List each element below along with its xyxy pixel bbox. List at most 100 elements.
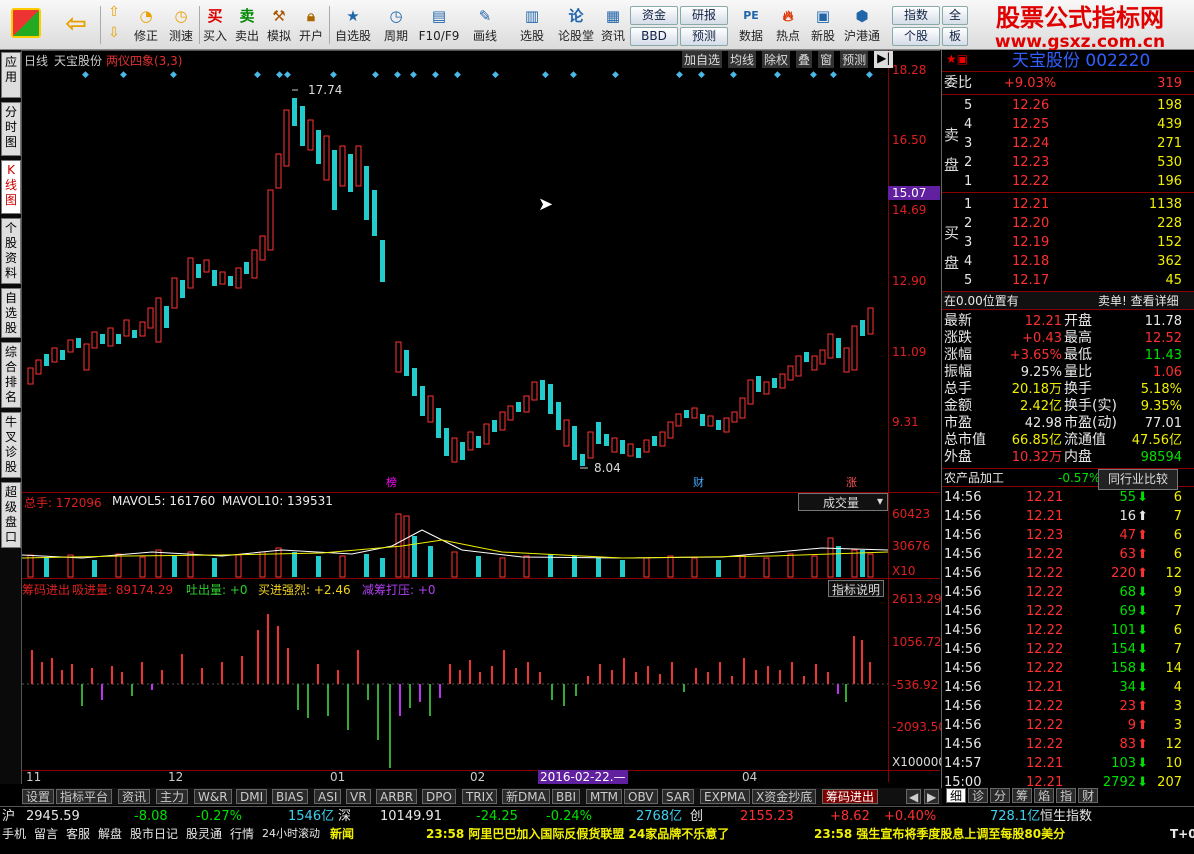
industry-compare-button[interactable]: 同行业比较	[1098, 469, 1178, 490]
footer-analysis[interactable]: 解盘	[98, 826, 122, 842]
tab-minute[interactable]: 分	[990, 788, 1011, 803]
tab-indicator-platform[interactable]: 指标平台	[56, 789, 113, 804]
tab-arbr[interactable]: ARBR	[376, 789, 418, 804]
svg-text:◆: ◆	[82, 70, 89, 80]
svg-text:◆: ◆	[284, 70, 291, 80]
svg-text:◆: ◆	[830, 70, 837, 80]
tab-apps[interactable]: 应用	[1, 52, 21, 98]
tab-chips[interactable]: 筹码进出	[822, 789, 879, 804]
scroll-left-icon[interactable]: ◀	[906, 789, 922, 804]
vol-mav10: MAVOL10: 139531	[222, 494, 333, 508]
ind-spit: 吐出量: +0	[186, 583, 248, 597]
right-panel: ★▣ 天宝股份 002220 委比 +9.03% 319 卖盘 5 12.26 198 4…	[941, 50, 1194, 790]
indicator-tabs: 设置 指标平台 资讯 主力 W&R DMI BIAS ASI VR ARBR D…	[22, 788, 942, 805]
draw-line-button[interactable]: ✎ 画线	[464, 2, 506, 48]
tab-super-board[interactable]: 超级盘口	[1, 482, 21, 548]
footer-phone[interactable]: 手机	[2, 826, 26, 842]
speed-test-button[interactable]: ◷ 测速	[164, 2, 198, 48]
svg-text:◆: ◆	[394, 70, 401, 80]
ind-absorb: 吸进量: 89174.29	[72, 583, 174, 597]
tab-bottom-fishing[interactable]: X资金抄底	[752, 789, 817, 804]
f10-button[interactable]: ▤ F10/F9	[418, 2, 460, 48]
sell-button[interactable]: 卖卖出	[232, 2, 262, 48]
tab-diagnosis[interactable]: 牛叉诊股	[1, 412, 21, 478]
tab-diag[interactable]: 诊	[968, 788, 989, 803]
tab-mtm[interactable]: MTM	[586, 789, 623, 804]
hotspot-button[interactable]: 🔥︎ 热点	[772, 2, 804, 48]
tab-expma[interactable]: EXPMA	[700, 789, 750, 804]
simulate-button[interactable]: ⚒ 模拟	[264, 2, 294, 48]
volume-dropdown[interactable]: 成交量 ▾	[798, 493, 888, 511]
footer-stock-link[interactable]: 股灵通	[186, 826, 222, 842]
svg-text:◆: ◆	[254, 70, 261, 80]
index-pill[interactable]: 指数	[892, 6, 940, 25]
tab-news[interactable]: 资讯	[118, 789, 151, 804]
indicator-help-button[interactable]: 指标说明	[828, 580, 885, 597]
tab-obv[interactable]: OBV	[624, 789, 658, 804]
svg-text:◆: ◆	[676, 70, 683, 80]
indicator-bars	[31, 614, 871, 768]
watchlist-button[interactable]: ★ 自选股	[332, 2, 374, 48]
tab-dmi[interactable]: DMI	[236, 789, 268, 804]
footer-24h[interactable]: 24小时滚动	[262, 826, 320, 842]
tab-bias[interactable]: BIAS	[272, 789, 308, 804]
research-pill[interactable]: 研报	[680, 6, 728, 25]
footer-service[interactable]: 客服	[66, 826, 90, 842]
tab-bbi[interactable]: BBI	[552, 789, 581, 804]
news-tag: 新闻	[330, 827, 355, 841]
tab-flame[interactable]: 焰	[1034, 788, 1055, 803]
tab-detail[interactable]: 细	[946, 788, 967, 803]
tab-intraday[interactable]: 分时图	[1, 102, 21, 156]
all-pill[interactable]: 全	[942, 6, 968, 25]
sell-detail-link[interactable]: 卖单! 查看详细	[1098, 292, 1179, 311]
tab-index[interactable]: 指	[1056, 788, 1077, 803]
period-button[interactable]: ◷ 周期	[378, 2, 414, 48]
vol-total: 总手: 172096	[24, 496, 102, 510]
news-ticker-2[interactable]: 23:58 强生宣布将季度股息上调至每股80美分	[814, 826, 1065, 842]
footer-diary[interactable]: 股市日记	[130, 826, 178, 842]
stock-select-button[interactable]: ▥ 选股	[512, 2, 552, 48]
buy-button[interactable]: 买买入	[200, 2, 230, 48]
footer-message[interactable]: 留言	[34, 826, 58, 842]
tab-profile[interactable]: 个股资料	[1, 218, 21, 284]
tab-asi[interactable]: ASI	[314, 789, 342, 804]
tab-kline[interactable]: K线图	[1, 160, 21, 214]
stock-title: ★▣ 天宝股份 002220	[942, 50, 1194, 72]
data-button[interactable]: PE 数据	[736, 2, 766, 48]
svg-text:◆: ◆	[170, 70, 177, 80]
footer-quotes[interactable]: 行情	[230, 826, 254, 842]
new-stock-button[interactable]: ▣ 新股	[808, 2, 838, 48]
tab-wr[interactable]: W&R	[194, 789, 232, 804]
scroll-right-icon[interactable]: ▶	[924, 789, 940, 804]
app-logo-icon[interactable]	[4, 2, 48, 48]
chart-area[interactable]: 日线 天宝股份 两仪四象(3,3) 加自选 均线 除权 叠 窗 预测 ▶| ◆ ◆…	[22, 50, 940, 784]
tab-watchlist[interactable]: 自选股	[1, 288, 21, 338]
tab-sar[interactable]: SAR	[662, 789, 695, 804]
hk-connect-button[interactable]: ⬢ 沪港通	[842, 2, 882, 48]
open-account-button[interactable]: 🔒︎ 开户	[296, 2, 326, 48]
forecast-pill[interactable]: 预测	[680, 27, 728, 46]
stock-pill[interactable]: 个股	[892, 27, 940, 46]
news-button[interactable]: ▦ 资讯	[598, 2, 628, 48]
up-arrow-icon[interactable]: ⇧ ⇩	[103, 2, 125, 48]
tab-main-force[interactable]: 主力	[156, 789, 189, 804]
marker-list: 榜	[386, 475, 397, 489]
candles-svg: ◆ ◆ ◆ ◆ ◆ ◆ ◆ ◆ ◆ ◆ ◆ ◆ ◆ ◆ ◆ ◆ ◆ ◆ ◆ ◆ ◆ ◆ ◆ 17.74 8.04 榜 财 涨	[22, 70, 888, 768]
tab-vr[interactable]: VR	[346, 789, 371, 804]
tab-finance[interactable]: 财	[1078, 788, 1099, 803]
back-arrow-icon[interactable]: ⇦	[56, 2, 96, 48]
tab-trix[interactable]: TRIX	[462, 789, 498, 804]
bbd-pill[interactable]: BBD	[630, 27, 678, 46]
news-ticker-1[interactable]: 23:58 阿里巴巴加入国际反假货联盟 24家品牌不乐意了	[426, 826, 729, 842]
forum-button[interactable]: 论论股堂	[556, 2, 596, 48]
tab-ranking[interactable]: 综合排名	[1, 342, 21, 408]
tab-new-dma[interactable]: 新DMA	[502, 789, 550, 804]
tab-dpo[interactable]: DPO	[422, 789, 456, 804]
funds-pill[interactable]: 资金	[630, 6, 678, 25]
board-pill[interactable]: 板	[942, 27, 968, 46]
svg-text:◆: ◆	[372, 70, 379, 80]
toolbar: ⇦ ⇧ ⇩ ◔ 修正 ◷ 测速 买买入 卖卖出 ⚒ 模拟 🔒︎ 开户 ★ 自选股 ◷ 周期 ▤…	[0, 0, 1194, 51]
tab-chip[interactable]: 筹	[1012, 788, 1033, 803]
fix-button[interactable]: ◔ 修正	[129, 2, 163, 48]
tab-settings[interactable]: 设置	[22, 789, 55, 804]
